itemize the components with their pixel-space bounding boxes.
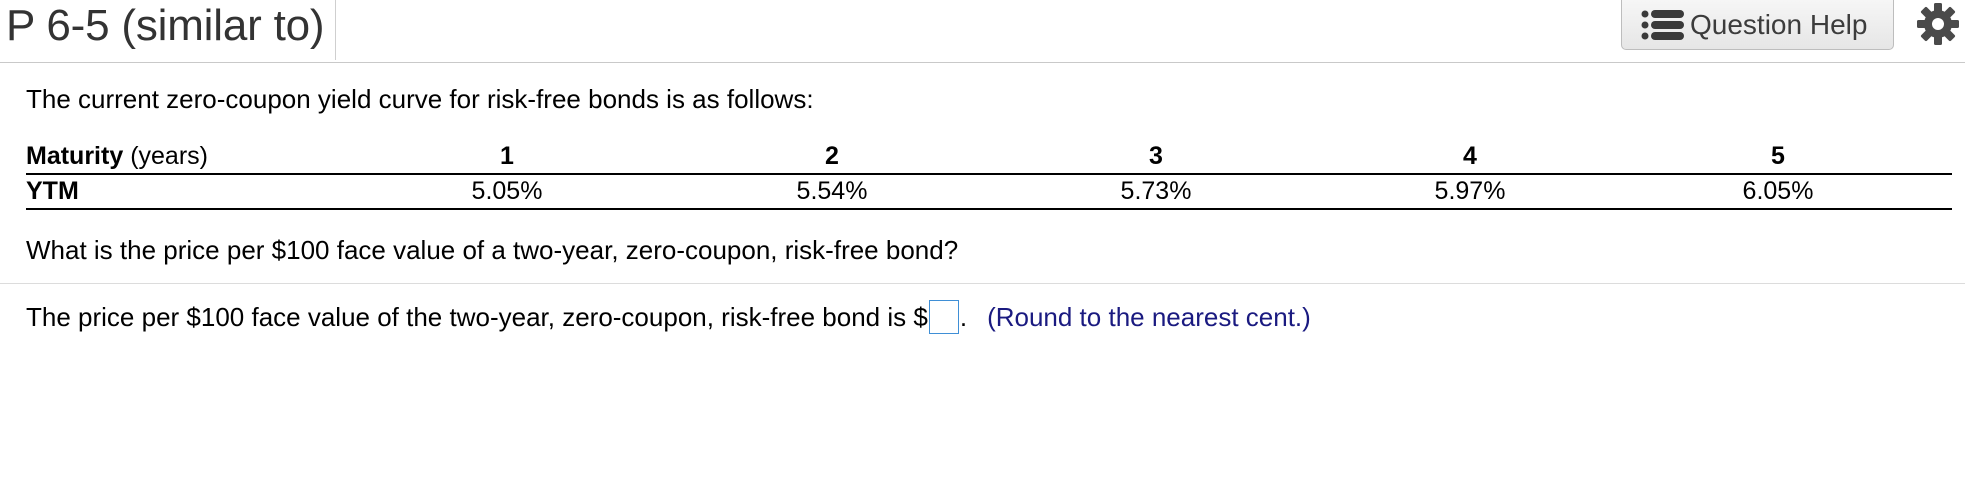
- maturity-cell: 4: [1463, 142, 1477, 170]
- ytm-cell: 5.05%: [471, 177, 543, 205]
- table-row: Maturity (years) 1 2 3 4 5: [26, 140, 1952, 174]
- maturity-cell: 2: [825, 142, 839, 170]
- ytm-cell: 5.54%: [796, 177, 868, 205]
- answer-line: The price per $100 face value of the two…: [26, 300, 1311, 334]
- maturity-label: Maturity: [26, 142, 124, 170]
- maturity-cell: 3: [1149, 142, 1163, 170]
- gear-icon[interactable]: [1916, 2, 1960, 46]
- question-text: What is the price per $100 face value of…: [26, 235, 959, 265]
- page-title: P 6-5 (similar to): [6, 1, 325, 50]
- problem-intro: The current zero-coupon yield curve for …: [26, 84, 814, 114]
- maturity-cell: 5: [1771, 142, 1785, 170]
- yield-curve-table: Maturity (years) 1 2 3 4 5 YTM 5.05% 5.5…: [26, 140, 1952, 210]
- maturity-row-header: Maturity (years): [26, 140, 326, 174]
- section-divider: [0, 283, 1965, 284]
- answer-prefix: The price per $100 face value of the two…: [26, 302, 928, 332]
- ytm-cell: 5.97%: [1434, 177, 1506, 205]
- price-answer-input[interactable]: [928, 300, 959, 334]
- ytm-row-header: YTM: [26, 177, 79, 205]
- maturity-cell: 1: [500, 142, 514, 170]
- rounding-hint: (Round to the nearest cent.): [987, 302, 1311, 332]
- question-help-button[interactable]: Question Help: [1621, 0, 1894, 50]
- question-help-label: Question Help: [1690, 8, 1868, 40]
- ytm-cell: 5.73%: [1120, 177, 1192, 205]
- title-divider: [335, 0, 336, 60]
- ytm-cell: 6.05%: [1742, 177, 1814, 205]
- maturity-unit: (years): [130, 142, 208, 170]
- table-row: YTM 5.05% 5.54% 5.73% 5.97% 6.05%: [26, 174, 1952, 209]
- list-icon: [1640, 8, 1686, 42]
- header-bar: P 6-5 (similar to) Question Help: [0, 0, 1965, 63]
- answer-suffix: .: [959, 302, 968, 332]
